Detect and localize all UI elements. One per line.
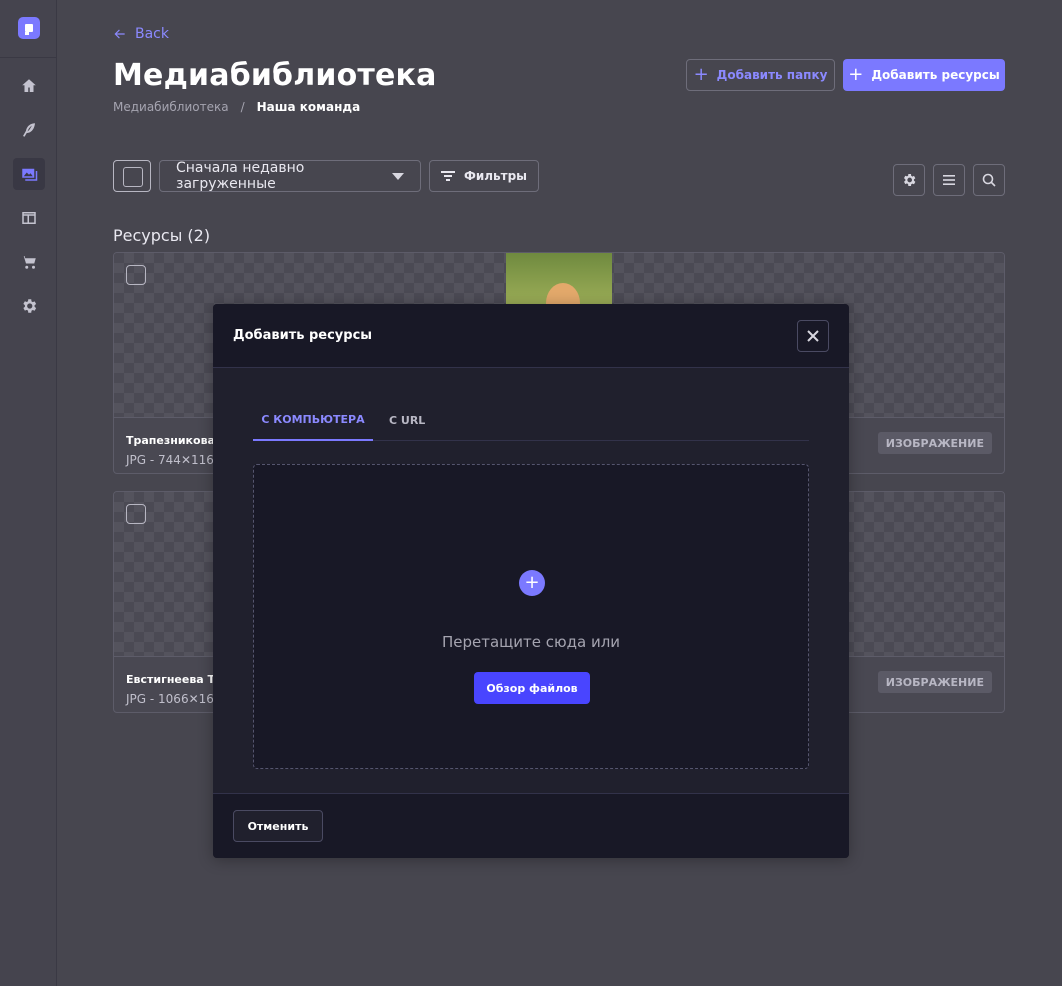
gear-icon[interactable] [13,290,45,322]
add-assets-button[interactable]: + Добавить ресурсы [843,59,1005,91]
tab-from-url[interactable]: С URL [389,400,425,440]
list-icon [943,175,955,185]
assets-section-title: Ресурсы (2) [113,226,211,245]
asset-checkbox[interactable] [126,504,146,524]
app-logo[interactable] [18,17,40,39]
upload-tabs: С КОМПЬЮТЕРА С URL [253,400,809,441]
gear-icon [904,174,916,186]
media-library-icon[interactable] [13,158,45,190]
filters-label: Фильтры [463,169,528,183]
page-title: Медиабиблиотека [113,58,437,93]
add-folder-label: Добавить папку [716,68,828,82]
search-icon [982,173,996,187]
breadcrumb: Медиабиблиотека / Наша команда [113,100,360,114]
asset-meta: JPG - 1066✕160 [126,692,222,706]
asset-type-badge: ИЗОБРАЖЕНИЕ [877,432,992,454]
layout-icon[interactable] [13,202,45,234]
breadcrumb-root[interactable]: Медиабиблиотека [113,100,229,114]
cart-icon[interactable] [13,246,45,278]
add-assets-label: Добавить ресурсы [871,68,1000,82]
breadcrumb-current: Наша команда [256,100,361,114]
select-all-checkbox[interactable] [113,160,151,192]
sort-select-value: Сначала недавно загруженные [176,160,305,192]
modal-header: Добавить ресурсы [213,304,849,368]
filters-button[interactable]: Фильтры [429,160,539,192]
asset-meta: JPG - 744✕1165 [126,453,222,467]
plus-icon: + [848,64,864,85]
plus-icon: + [693,64,709,85]
settings-button[interactable] [893,164,925,196]
chevron-down-icon [392,172,404,180]
back-link[interactable]: Back [113,26,169,42]
file-dropzone[interactable]: + Перетащите сюда или Обзор файлов [253,464,809,769]
list-view-button[interactable] [933,164,965,196]
modal-title: Добавить ресурсы [233,328,373,343]
close-button[interactable] [797,320,829,352]
home-icon[interactable] [13,70,45,102]
cancel-button[interactable]: Отменить [233,810,323,842]
add-folder-button[interactable]: + Добавить папку [686,59,835,91]
sidebar [0,0,57,986]
asset-type-badge: ИЗОБРАЖЕНИЕ [877,671,992,693]
drop-text: Перетащите сюда или [441,633,621,651]
asset-checkbox[interactable] [126,265,146,285]
asset-name: Трапезникова С [126,434,227,447]
sort-select[interactable]: Сначала недавно загруженные [159,160,421,192]
arrow-left-icon [114,29,125,39]
sidebar-divider [0,57,57,58]
plus-circle-icon: + [519,570,545,596]
add-assets-modal: Добавить ресурсы С КОМПЬЮТЕРА С URL + Пе… [213,304,849,858]
modal-footer: Отменить [213,793,849,858]
breadcrumb-separator: / [240,100,245,114]
asset-name: Евстигнеева Та [126,673,223,686]
close-icon [807,330,819,342]
browse-files-button[interactable]: Обзор файлов [474,672,590,704]
search-button[interactable] [973,164,1005,196]
filter-icon [440,171,455,181]
back-label: Back [135,26,169,42]
feather-icon[interactable] [13,114,45,146]
tab-from-computer[interactable]: С КОМПЬЮТЕРА [253,400,373,441]
